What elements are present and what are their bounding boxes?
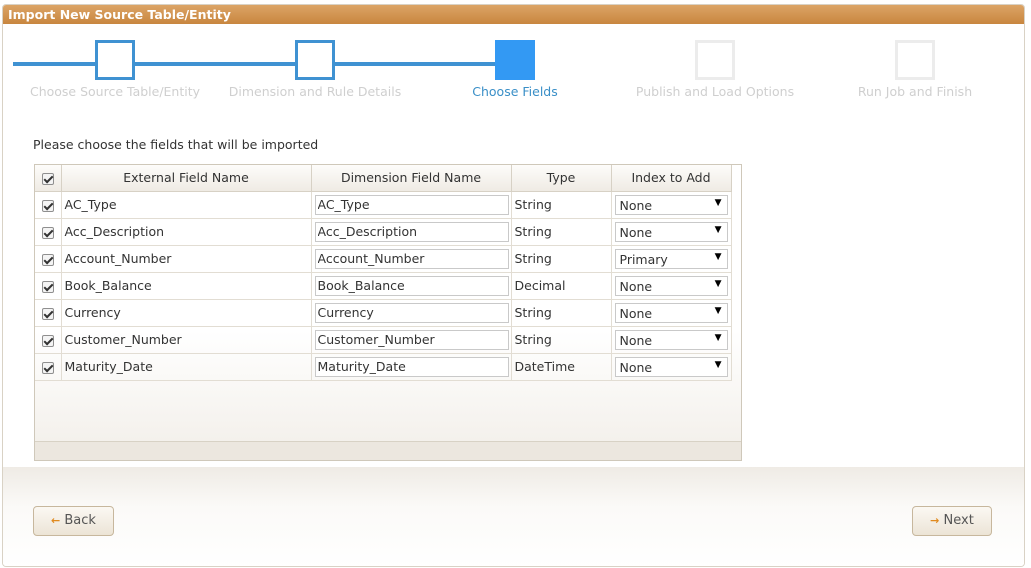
select-all-checkbox[interactable] (41, 172, 54, 185)
step-1-marker[interactable] (95, 40, 135, 80)
external-field-name: Currency (61, 299, 312, 327)
index-select-value: None (619, 305, 653, 321)
index-select[interactable]: None ▼ (614, 221, 728, 242)
step-1-label: Choose Source Table/Entity (29, 84, 201, 99)
table-row: Maturity_Date DateTime None ▼ (35, 353, 732, 381)
row-checkbox[interactable] (41, 253, 54, 266)
footer-bar: ← Back → Next (3, 467, 1024, 566)
next-button-label: Next (943, 513, 974, 528)
grid-footer (35, 441, 741, 460)
grid-body: External Field Name Dimension Field Name… (35, 165, 741, 441)
table-header-row: External Field Name Dimension Field Name… (35, 165, 732, 192)
index-select-value: None (619, 197, 653, 213)
index-select[interactable]: Primary ▼ (614, 248, 728, 269)
field-type: String (511, 245, 612, 273)
caret-down-icon: ▼ (714, 197, 722, 208)
row-checkbox[interactable] (41, 334, 54, 347)
index-select-value: Primary (619, 251, 668, 267)
caret-down-icon: ▼ (714, 224, 722, 235)
index-select-value: None (619, 359, 653, 375)
table-row: Acc_Description String None ▼ (35, 218, 732, 246)
table-row: Customer_Number String None ▼ (35, 326, 732, 354)
index-select[interactable]: None ▼ (614, 356, 728, 377)
index-select[interactable]: None ▼ (614, 275, 728, 296)
fields-grid: External Field Name Dimension Field Name… (34, 164, 742, 461)
caret-down-icon: ▼ (714, 332, 722, 343)
select-all-cell (35, 165, 62, 192)
import-wizard-window: Import New Source Table/Entity Choose So… (2, 4, 1025, 567)
caret-down-icon: ▼ (714, 278, 722, 289)
wizard-progress: Choose Source Table/Entity Dimension and… (3, 24, 1024, 109)
external-field-name: Book_Balance (61, 272, 312, 300)
step-2-marker[interactable] (295, 40, 335, 80)
arrow-right-icon: → (930, 514, 940, 527)
external-field-name: Acc_Description (61, 218, 312, 246)
external-field-name: Customer_Number (61, 326, 312, 354)
index-select-value: None (619, 278, 653, 294)
dimension-field-input[interactable] (314, 248, 509, 269)
dimension-field-input[interactable] (314, 194, 509, 215)
window-title: Import New Source Table/Entity (3, 5, 1024, 24)
step-5-label: Run Job and Finish (857, 84, 973, 99)
field-type: String (511, 218, 612, 246)
table-row: Account_Number String Primary ▼ (35, 245, 732, 273)
table-row: AC_Type String None ▼ (35, 191, 732, 219)
fields-table: External Field Name Dimension Field Name… (35, 165, 732, 381)
step-5-marker (895, 40, 935, 80)
dimension-field-input[interactable] (314, 329, 509, 350)
step-3-label: Choose Fields (472, 84, 558, 99)
progress-line (335, 62, 495, 66)
caret-down-icon: ▼ (714, 359, 722, 370)
field-type: String (511, 191, 612, 219)
index-select[interactable]: None ▼ (614, 302, 728, 323)
row-checkbox[interactable] (41, 199, 54, 212)
step-4-label: Publish and Load Options (635, 84, 795, 99)
back-button[interactable]: ← Back (33, 506, 114, 536)
index-select[interactable]: None ▼ (614, 329, 728, 350)
next-button[interactable]: → Next (912, 506, 992, 536)
row-checkbox[interactable] (41, 280, 54, 293)
column-header-dimension-field[interactable]: Dimension Field Name (311, 165, 512, 192)
step-3-marker[interactable] (495, 40, 535, 80)
row-checkbox[interactable] (41, 361, 54, 374)
index-select-value: None (619, 332, 653, 348)
row-checkbox[interactable] (41, 226, 54, 239)
caret-down-icon: ▼ (714, 305, 722, 316)
column-header-index[interactable]: Index to Add (611, 165, 732, 192)
index-select[interactable]: None ▼ (614, 194, 728, 215)
field-type: String (511, 326, 612, 354)
table-row: Currency String None ▼ (35, 299, 732, 327)
step-2-label: Dimension and Rule Details (228, 84, 402, 99)
row-checkbox[interactable] (41, 307, 54, 320)
field-type: DateTime (511, 353, 612, 381)
column-header-external-field[interactable]: External Field Name (61, 165, 312, 192)
external-field-name: Maturity_Date (61, 353, 312, 381)
instructions-text: Please choose the fields that will be im… (33, 137, 319, 152)
index-select-value: None (619, 224, 653, 240)
table-row: Book_Balance Decimal None ▼ (35, 272, 732, 300)
dimension-field-input[interactable] (314, 275, 509, 296)
external-field-name: Account_Number (61, 245, 312, 273)
field-type: Decimal (511, 272, 612, 300)
back-button-label: Back (64, 513, 96, 528)
dimension-field-input[interactable] (314, 302, 509, 323)
progress-line (13, 62, 95, 66)
field-type: String (511, 299, 612, 327)
dimension-field-input[interactable] (314, 356, 509, 377)
column-header-type[interactable]: Type (511, 165, 612, 192)
arrow-left-icon: ← (51, 514, 61, 527)
progress-line (135, 62, 295, 66)
step-4-marker (695, 40, 735, 80)
external-field-name: AC_Type (61, 191, 312, 219)
dimension-field-input[interactable] (314, 221, 509, 242)
caret-down-icon: ▼ (714, 251, 722, 262)
